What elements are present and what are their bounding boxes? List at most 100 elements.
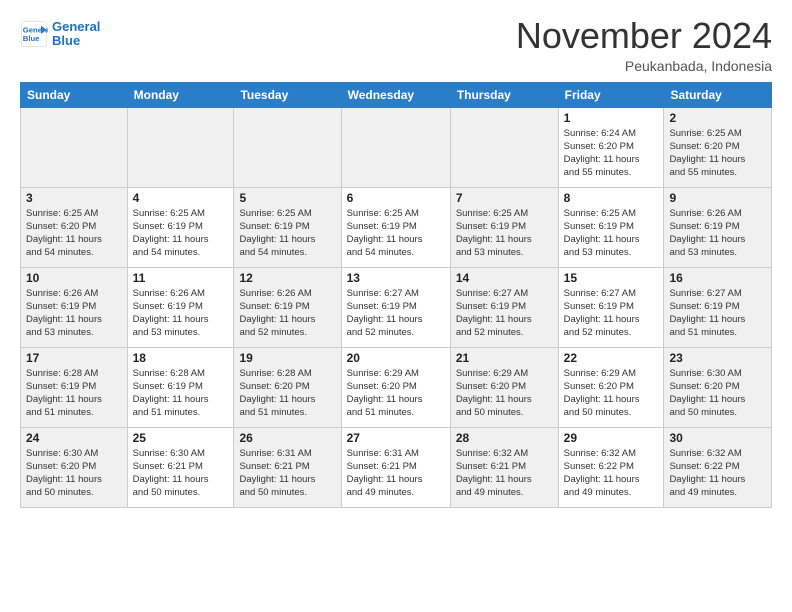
calendar-cell: 8Sunrise: 6:25 AMSunset: 6:19 PMDaylight… xyxy=(558,187,664,267)
cell-info: Sunrise: 6:25 AMSunset: 6:19 PMDaylight:… xyxy=(239,207,335,260)
week-row: 3 Sunrise: 6:25 AMSunset: 6:20 PMDaylight… xyxy=(21,187,772,267)
calendar-cell: 12Sunrise: 6:26 AMSunset: 6:19 PMDayligh… xyxy=(234,267,341,347)
weekday-header: Thursday xyxy=(450,82,558,107)
day-number: 28 xyxy=(456,431,553,445)
calendar-cell: 28 Sunrise: 6:32 AMSunset: 6:21 PMDayligh… xyxy=(450,427,558,507)
calendar-cell xyxy=(127,107,234,187)
day-number: 6 xyxy=(347,191,445,205)
calendar-cell xyxy=(21,107,128,187)
calendar-cell: 7Sunrise: 6:25 AMSunset: 6:19 PMDaylight… xyxy=(450,187,558,267)
cell-info: Sunrise: 6:25 AMSunset: 6:19 PMDaylight:… xyxy=(347,207,445,260)
weekday-header: Friday xyxy=(558,82,664,107)
calendar-cell: 18 Sunrise: 6:28 AMSunset: 6:19 PMDayligh… xyxy=(127,347,234,427)
calendar-cell: 3 Sunrise: 6:25 AMSunset: 6:20 PMDaylight… xyxy=(21,187,128,267)
cell-info: Sunrise: 6:24 AMSunset: 6:20 PMDaylight:… xyxy=(564,127,659,180)
day-number: 26 xyxy=(239,431,335,445)
calendar: SundayMondayTuesdayWednesdayThursdayFrid… xyxy=(20,82,772,508)
calendar-cell: 16Sunrise: 6:27 AMSunset: 6:19 PMDayligh… xyxy=(664,267,772,347)
cell-info: Sunrise: 6:29 AMSunset: 6:20 PMDaylight:… xyxy=(564,367,659,420)
calendar-cell: 6 Sunrise: 6:25 AMSunset: 6:19 PMDaylight… xyxy=(341,187,450,267)
cell-info: Sunrise: 6:27 AMSunset: 6:19 PMDaylight:… xyxy=(669,287,766,340)
calendar-cell: 22 Sunrise: 6:29 AMSunset: 6:20 PMDayligh… xyxy=(558,347,664,427)
cell-info: Sunrise: 6:25 AMSunset: 6:19 PMDaylight:… xyxy=(133,207,229,260)
week-row: 17 Sunrise: 6:28 AMSunset: 6:19 PMDayligh… xyxy=(21,347,772,427)
day-number: 27 xyxy=(347,431,445,445)
cell-info: Sunrise: 6:29 AMSunset: 6:20 PMDaylight:… xyxy=(456,367,553,420)
calendar-cell: 13 Sunrise: 6:27 AMSunset: 6:19 PMDayligh… xyxy=(341,267,450,347)
cell-info: Sunrise: 6:31 AMSunset: 6:21 PMDaylight:… xyxy=(239,447,335,500)
day-number: 9 xyxy=(669,191,766,205)
cell-info: Sunrise: 6:27 AMSunset: 6:19 PMDaylight:… xyxy=(456,287,553,340)
calendar-cell: 23 Sunrise: 6:30 AMSunset: 6:20 PMDayligh… xyxy=(664,347,772,427)
cell-info: Sunrise: 6:28 AMSunset: 6:19 PMDaylight:… xyxy=(26,367,122,420)
weekday-header: Monday xyxy=(127,82,234,107)
calendar-cell xyxy=(341,107,450,187)
cell-info: Sunrise: 6:28 AMSunset: 6:20 PMDaylight:… xyxy=(239,367,335,420)
cell-info: Sunrise: 6:26 AMSunset: 6:19 PMDaylight:… xyxy=(669,207,766,260)
location: Peukanbada, Indonesia xyxy=(516,58,772,74)
svg-text:Blue: Blue xyxy=(23,34,40,43)
title-block: November 2024 Peukanbada, Indonesia xyxy=(516,16,772,74)
cell-info: Sunrise: 6:32 AMSunset: 6:22 PMDaylight:… xyxy=(669,447,766,500)
calendar-cell: 11 Sunrise: 6:26 AMSunset: 6:19 PMDayligh… xyxy=(127,267,234,347)
weekday-header: Sunday xyxy=(21,82,128,107)
day-number: 21 xyxy=(456,351,553,365)
day-number: 10 xyxy=(26,271,122,285)
day-number: 14 xyxy=(456,271,553,285)
weekday-header-row: SundayMondayTuesdayWednesdayThursdayFrid… xyxy=(21,82,772,107)
cell-info: Sunrise: 6:26 AMSunset: 6:19 PMDaylight:… xyxy=(133,287,229,340)
calendar-cell: 29Sunrise: 6:32 AMSunset: 6:22 PMDayligh… xyxy=(558,427,664,507)
day-number: 3 xyxy=(26,191,122,205)
cell-info: Sunrise: 6:27 AMSunset: 6:19 PMDaylight:… xyxy=(564,287,659,340)
cell-info: Sunrise: 6:30 AMSunset: 6:20 PMDaylight:… xyxy=(669,367,766,420)
day-number: 2 xyxy=(669,111,766,125)
calendar-cell: 9 Sunrise: 6:26 AMSunset: 6:19 PMDaylight… xyxy=(664,187,772,267)
calendar-cell: 5 Sunrise: 6:25 AMSunset: 6:19 PMDaylight… xyxy=(234,187,341,267)
day-number: 13 xyxy=(347,271,445,285)
logo-line2: Blue xyxy=(52,34,100,48)
cell-info: Sunrise: 6:25 AMSunset: 6:19 PMDaylight:… xyxy=(564,207,659,260)
cell-info: Sunrise: 6:31 AMSunset: 6:21 PMDaylight:… xyxy=(347,447,445,500)
cell-info: Sunrise: 6:29 AMSunset: 6:20 PMDaylight:… xyxy=(347,367,445,420)
calendar-cell: 1Sunrise: 6:24 AMSunset: 6:20 PMDaylight… xyxy=(558,107,664,187)
calendar-cell: 2 Sunrise: 6:25 AMSunset: 6:20 PMDaylight… xyxy=(664,107,772,187)
weekday-header: Tuesday xyxy=(234,82,341,107)
calendar-cell: 19 Sunrise: 6:28 AMSunset: 6:20 PMDayligh… xyxy=(234,347,341,427)
day-number: 11 xyxy=(133,271,229,285)
cell-info: Sunrise: 6:32 AMSunset: 6:21 PMDaylight:… xyxy=(456,447,553,500)
calendar-cell: 26 Sunrise: 6:31 AMSunset: 6:21 PMDayligh… xyxy=(234,427,341,507)
logo: General Blue General Blue xyxy=(20,20,100,49)
day-number: 12 xyxy=(239,271,335,285)
day-number: 17 xyxy=(26,351,122,365)
calendar-cell: 21 Sunrise: 6:29 AMSunset: 6:20 PMDayligh… xyxy=(450,347,558,427)
calendar-cell xyxy=(234,107,341,187)
day-number: 20 xyxy=(347,351,445,365)
calendar-cell: 27 Sunrise: 6:31 AMSunset: 6:21 PMDayligh… xyxy=(341,427,450,507)
weekday-header: Saturday xyxy=(664,82,772,107)
day-number: 18 xyxy=(133,351,229,365)
calendar-cell: 17 Sunrise: 6:28 AMSunset: 6:19 PMDayligh… xyxy=(21,347,128,427)
day-number: 29 xyxy=(564,431,659,445)
cell-info: Sunrise: 6:28 AMSunset: 6:19 PMDaylight:… xyxy=(133,367,229,420)
day-number: 19 xyxy=(239,351,335,365)
cell-info: Sunrise: 6:25 AMSunset: 6:20 PMDaylight:… xyxy=(26,207,122,260)
day-number: 15 xyxy=(564,271,659,285)
calendar-cell xyxy=(450,107,558,187)
calendar-cell: 4 Sunrise: 6:25 AMSunset: 6:19 PMDaylight… xyxy=(127,187,234,267)
week-row: 24 Sunrise: 6:30 AMSunset: 6:20 PMDayligh… xyxy=(21,427,772,507)
day-number: 24 xyxy=(26,431,122,445)
cell-info: Sunrise: 6:25 AMSunset: 6:20 PMDaylight:… xyxy=(669,127,766,180)
page: General Blue General Blue November 2024 … xyxy=(0,0,792,612)
day-number: 30 xyxy=(669,431,766,445)
day-number: 23 xyxy=(669,351,766,365)
cell-info: Sunrise: 6:27 AMSunset: 6:19 PMDaylight:… xyxy=(347,287,445,340)
week-row: 1Sunrise: 6:24 AMSunset: 6:20 PMDaylight… xyxy=(21,107,772,187)
cell-info: Sunrise: 6:30 AMSunset: 6:20 PMDaylight:… xyxy=(26,447,122,500)
day-number: 5 xyxy=(239,191,335,205)
calendar-cell: 15 Sunrise: 6:27 AMSunset: 6:19 PMDayligh… xyxy=(558,267,664,347)
weekday-header: Wednesday xyxy=(341,82,450,107)
day-number: 4 xyxy=(133,191,229,205)
day-number: 22 xyxy=(564,351,659,365)
calendar-cell: 20 Sunrise: 6:29 AMSunset: 6:20 PMDayligh… xyxy=(341,347,450,427)
day-number: 7 xyxy=(456,191,553,205)
